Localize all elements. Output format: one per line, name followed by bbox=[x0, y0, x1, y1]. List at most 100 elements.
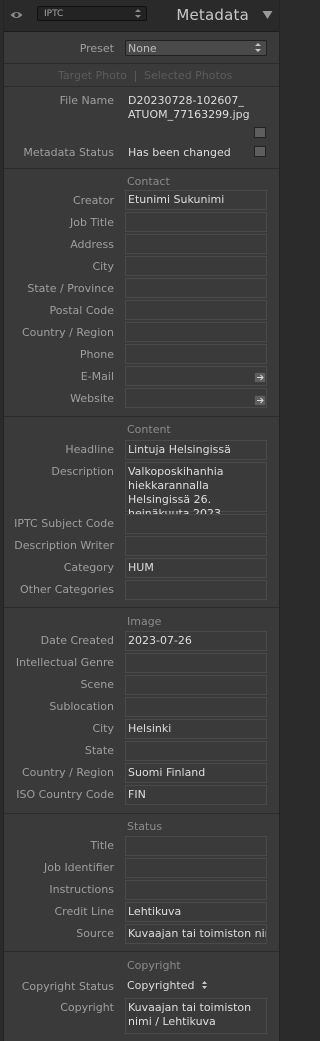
copyright-status-value: Copyrighted bbox=[127, 979, 195, 992]
image-state-label: State bbox=[84, 744, 114, 757]
image-city-label: City bbox=[92, 722, 114, 735]
phone-field[interactable] bbox=[125, 344, 267, 364]
address-field[interactable] bbox=[125, 234, 267, 254]
panel-header: IPTC Metadata bbox=[4, 0, 279, 32]
description-writer-field[interactable] bbox=[125, 536, 267, 556]
sublocation-label: Sublocation bbox=[49, 700, 114, 713]
job-identifier-label: Job Identifier bbox=[43, 861, 114, 874]
website-label: Website bbox=[70, 392, 114, 405]
metadata-status-label: Metadata Status bbox=[23, 146, 114, 159]
contact-city-field[interactable] bbox=[125, 256, 267, 276]
date-created-field[interactable]: 2023-07-26 bbox=[125, 631, 267, 651]
tab-selected-photos[interactable]: Selected Photos bbox=[144, 68, 232, 84]
copyright-field[interactable]: Kuvaajan tai toimiston nimi / Lehtikuva bbox=[125, 998, 267, 1034]
preset-label: Preset bbox=[79, 42, 114, 55]
state-province-field[interactable] bbox=[125, 278, 267, 298]
collapse-triangle-icon[interactable] bbox=[262, 10, 273, 20]
postal-code-label: Postal Code bbox=[49, 304, 114, 317]
email-label: E-Mail bbox=[80, 370, 114, 383]
image-country-label: Country / Region bbox=[21, 766, 114, 779]
job-title-field[interactable] bbox=[125, 212, 267, 232]
preset-value: None bbox=[128, 42, 157, 55]
iptc-subject-code-label: IPTC Subject Code bbox=[14, 517, 114, 530]
eye-icon[interactable] bbox=[10, 9, 23, 21]
email-field[interactable] bbox=[125, 366, 267, 386]
description-label: Description bbox=[51, 465, 114, 478]
state-province-label: State / Province bbox=[27, 282, 114, 295]
section-title-content: Content bbox=[127, 423, 171, 436]
divider bbox=[4, 86, 279, 87]
instructions-field[interactable] bbox=[125, 880, 267, 900]
tab-target-photo[interactable]: Target Photo bbox=[58, 68, 127, 84]
divider bbox=[4, 416, 279, 417]
copyright-status-select[interactable]: Copyrighted bbox=[127, 979, 208, 992]
headline-label: Headline bbox=[65, 443, 114, 456]
phone-label: Phone bbox=[79, 348, 114, 361]
instructions-label: Instructions bbox=[49, 883, 114, 896]
postal-code-field[interactable] bbox=[125, 300, 267, 320]
scene-label: Scene bbox=[80, 678, 114, 691]
title-field[interactable] bbox=[125, 836, 267, 856]
image-city-field[interactable]: Helsinki bbox=[125, 719, 267, 739]
intellectual-genre-label: Intellectual Genre bbox=[15, 656, 114, 669]
iso-country-code-label: ISO Country Code bbox=[16, 788, 114, 801]
divider bbox=[4, 63, 279, 64]
file-name-field[interactable]: D20230728-102607_ATUOM_77163299.jpg bbox=[125, 91, 253, 139]
contact-country-field[interactable] bbox=[125, 322, 267, 342]
copyright-status-label: Copyright Status bbox=[21, 980, 114, 993]
updown-arrows-icon bbox=[135, 9, 141, 18]
creator-label: Creator bbox=[72, 194, 114, 207]
divider bbox=[4, 168, 279, 169]
section-title-status: Status bbox=[127, 820, 163, 833]
intellectual-genre-field[interactable] bbox=[125, 653, 267, 673]
divider bbox=[4, 607, 279, 608]
creator-field[interactable]: Etunimi Sukunimi bbox=[125, 190, 267, 210]
credit-line-label: Credit Line bbox=[54, 905, 114, 918]
iso-country-code-field[interactable]: FIN bbox=[125, 785, 267, 805]
divider bbox=[4, 813, 279, 814]
sublocation-field[interactable] bbox=[125, 697, 267, 717]
metadata-view-select[interactable]: IPTC bbox=[37, 6, 147, 21]
city-label: City bbox=[92, 260, 114, 273]
list-icon[interactable] bbox=[254, 127, 266, 138]
section-title-image: Image bbox=[127, 615, 162, 628]
category-field[interactable]: HUM bbox=[125, 558, 267, 578]
arrow-right-icon[interactable] bbox=[254, 395, 266, 406]
section-title-contact: Contact bbox=[127, 175, 170, 188]
metadata-status-value: Has been changed bbox=[125, 143, 267, 161]
updown-arrows-icon bbox=[255, 43, 261, 52]
category-label: Category bbox=[63, 561, 114, 574]
apply-target-tabs: Target Photo Selected Photos bbox=[4, 68, 279, 84]
description-field[interactable]: Valkoposkihanhia hiekkarannalla Helsingi… bbox=[125, 462, 267, 520]
description-writer-label: Description Writer bbox=[14, 539, 114, 552]
source-field[interactable]: Kuvaajan tai toimiston nimi bbox=[125, 924, 267, 944]
address-label: Address bbox=[70, 238, 114, 251]
job-identifier-field[interactable] bbox=[125, 858, 267, 878]
panel-title: Metadata bbox=[176, 6, 249, 24]
job-title-label: Job Title bbox=[69, 216, 114, 229]
contact-country-label: Country / Region bbox=[21, 326, 114, 339]
iptc-subject-code-field[interactable] bbox=[125, 514, 267, 534]
date-created-label: Date Created bbox=[40, 634, 114, 647]
source-label: Source bbox=[76, 927, 114, 940]
preset-select[interactable]: None bbox=[125, 40, 267, 56]
metadata-view-value: IPTC bbox=[44, 9, 64, 19]
divider bbox=[4, 951, 279, 952]
section-title-copyright: Copyright bbox=[127, 959, 181, 972]
tab-separator bbox=[135, 71, 136, 82]
website-field[interactable] bbox=[125, 388, 267, 408]
list-icon[interactable] bbox=[254, 146, 266, 157]
copyright-label: Copyright bbox=[60, 1001, 114, 1014]
file-name-label: File Name bbox=[59, 94, 114, 107]
scene-field[interactable] bbox=[125, 675, 267, 695]
image-country-field[interactable]: Suomi Finland bbox=[125, 763, 267, 783]
other-categories-field[interactable] bbox=[125, 580, 267, 600]
updown-arrows-icon bbox=[202, 981, 207, 989]
headline-field[interactable]: Lintuja Helsingissä bbox=[125, 440, 267, 460]
credit-line-field[interactable]: Lehtikuva bbox=[125, 902, 267, 922]
metadata-panel: IPTC Metadata Preset None Target Photo S… bbox=[3, 0, 280, 1041]
image-state-field[interactable] bbox=[125, 741, 267, 761]
other-categories-label: Other Categories bbox=[19, 583, 114, 596]
title-label: Title bbox=[90, 839, 114, 852]
arrow-right-icon[interactable] bbox=[254, 372, 266, 383]
